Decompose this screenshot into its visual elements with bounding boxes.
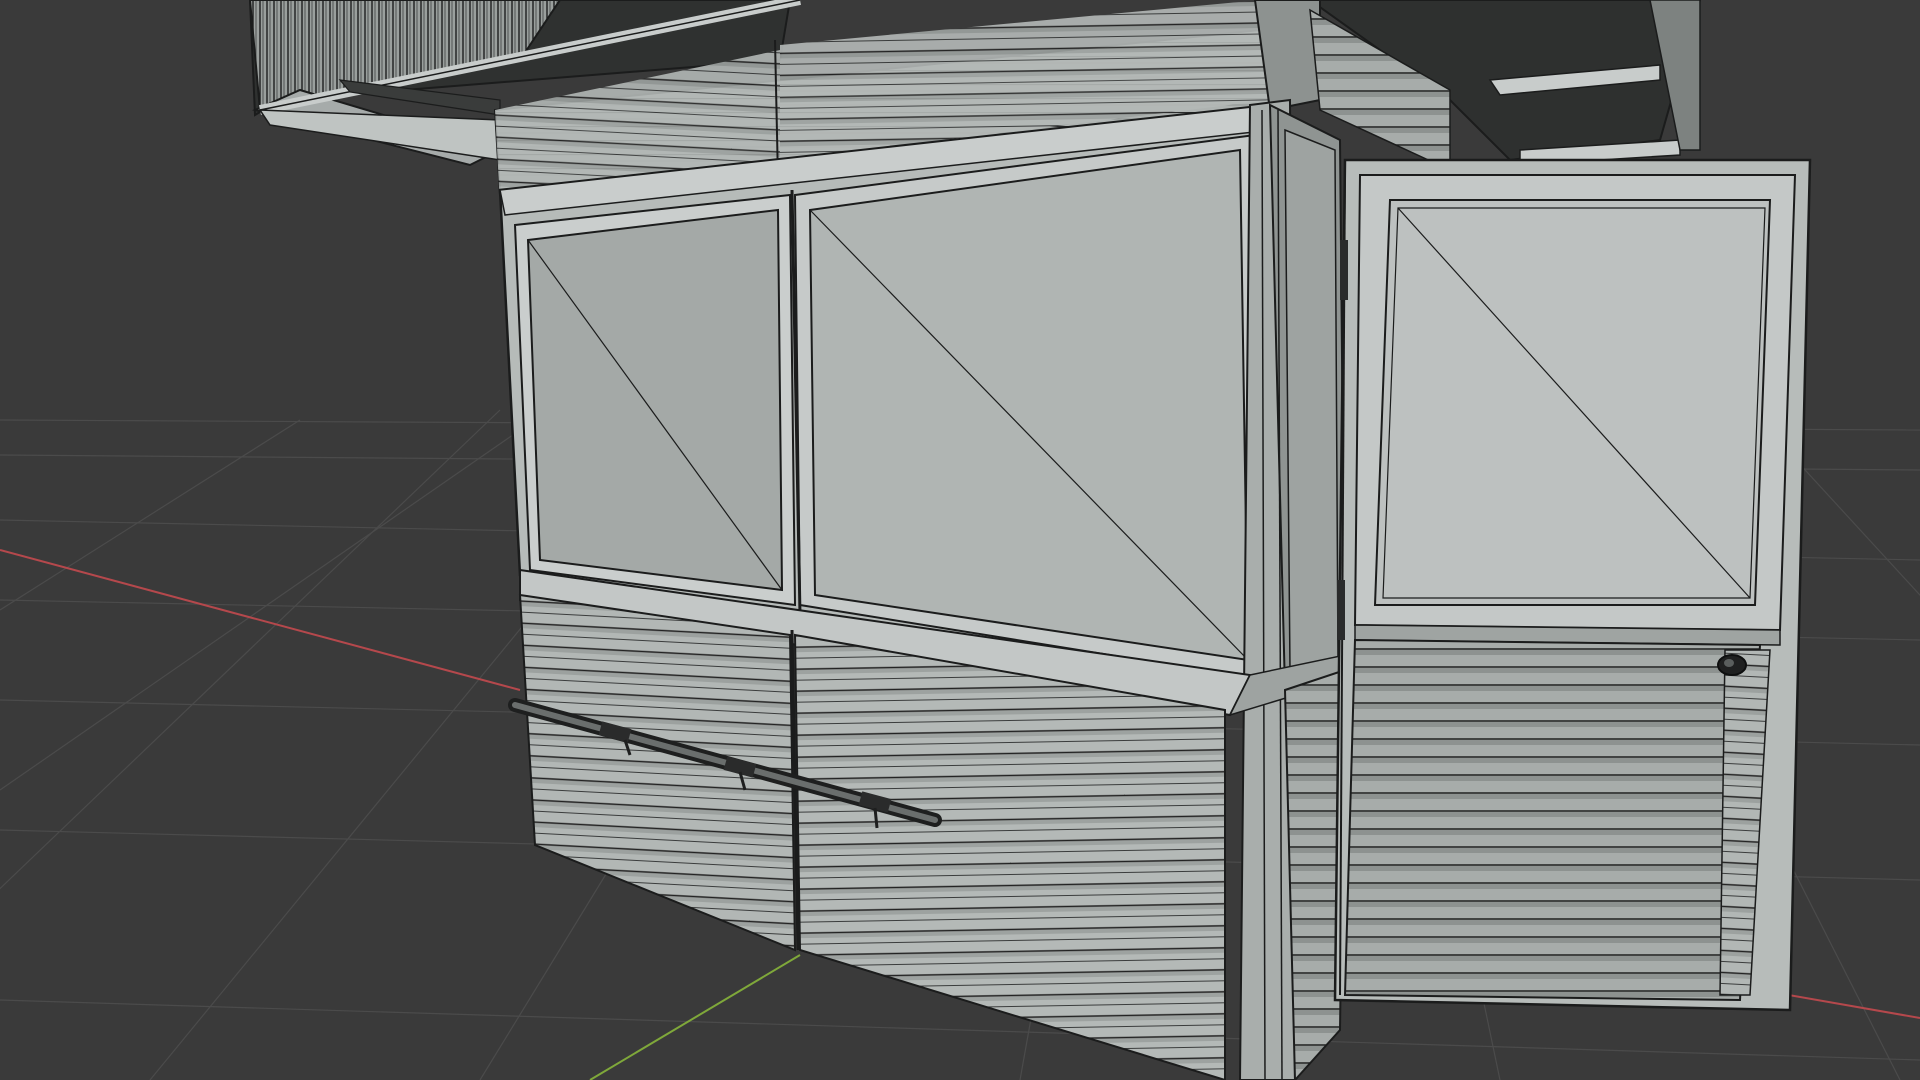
3d-viewport[interactable] <box>0 0 1920 1080</box>
front-window-right[interactable] <box>790 133 1267 682</box>
side-door[interactable] <box>1333 158 1812 1012</box>
viewport-canvas[interactable] <box>0 0 1920 1080</box>
door-knob[interactable] <box>1717 654 1747 676</box>
front-window-left[interactable] <box>513 193 797 607</box>
